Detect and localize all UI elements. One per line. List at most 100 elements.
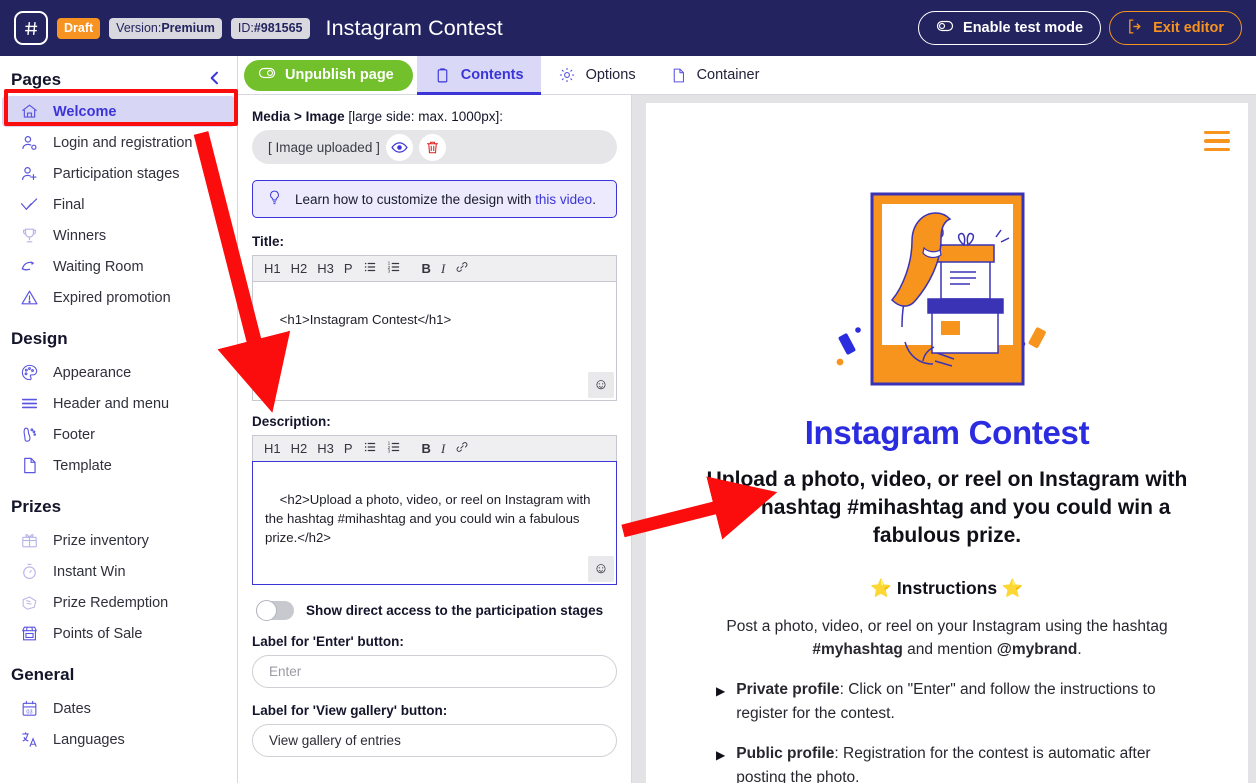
rte-h2-button[interactable]: H2 (287, 261, 312, 276)
rte-bold-button[interactable]: B (418, 441, 435, 456)
warning-triangle-icon (19, 287, 40, 308)
sidebar-item-login-and-registration[interactable]: Login and registration (2, 127, 235, 158)
link-icon[interactable] (451, 260, 473, 277)
description-field-label: Description: (252, 414, 331, 429)
calendar-icon: 03 (19, 698, 40, 719)
sidebar-item-participation-stages[interactable]: Participation stages (2, 158, 235, 189)
sidebar-item-final[interactable]: Final (2, 189, 235, 220)
sidebar-item-label: Dates (53, 700, 91, 717)
id-badge: ID: #981565 (230, 17, 310, 39)
sidebar-item-template[interactable]: Template (2, 450, 235, 481)
rte-p-button[interactable]: P (340, 261, 357, 276)
show-direct-access-toggle[interactable] (256, 600, 294, 621)
trash-icon[interactable] (418, 133, 446, 161)
top-bar: Draft Version: Premium ID: #981565 Insta… (0, 0, 1256, 56)
sidebar-item-label: Header and menu (53, 395, 170, 412)
gallery-button-input-value: View gallery of entries (269, 733, 401, 748)
emoji-icon[interactable]: ☺ (588, 372, 614, 398)
eye-icon[interactable] (385, 133, 413, 161)
gift-icon (19, 530, 40, 551)
left-sidebar: Pages Welcome Login and registration Par… (0, 56, 238, 783)
sidebar-item-dates[interactable]: 03 Dates (2, 693, 235, 724)
version-value: Premium (161, 21, 215, 35)
gallery-button-input[interactable]: View gallery of entries (252, 724, 617, 757)
tab-container[interactable]: Container (653, 56, 777, 95)
scrollbar-thumb[interactable] (635, 97, 644, 397)
sidebar-item-label: Participation stages (53, 165, 180, 182)
link-icon[interactable] (451, 440, 473, 457)
rte-h1-button[interactable]: H1 (260, 261, 285, 276)
exit-editor-label: Exit editor (1153, 20, 1224, 36)
user-login-icon (19, 132, 40, 153)
check-icon (19, 194, 40, 215)
image-upload-field[interactable]: [ Image uploaded ] (252, 130, 617, 164)
list-item-text: Public profile: Registration for the con… (736, 742, 1198, 783)
preview-paragraph-pre: hashtag (1112, 617, 1168, 635)
tip-text: Learn how to customize the design with t… (295, 192, 596, 207)
rte-h2-button[interactable]: H2 (287, 441, 312, 456)
tab-contents[interactable]: Contents (416, 55, 541, 95)
hash-logo-icon[interactable] (14, 11, 48, 45)
unpublish-page-button[interactable]: Unpublish page (244, 59, 413, 91)
sidebar-item-expired-promotion[interactable]: Expired promotion (2, 282, 235, 313)
sidebar-item-winners[interactable]: Winners (2, 220, 235, 251)
rte-bold-button[interactable]: B (418, 261, 435, 276)
hamburger-menu-icon[interactable] (1204, 131, 1230, 156)
ol-list-icon[interactable]: 123 (383, 440, 405, 457)
preview-subheading: Upload a photo, video, or reel on Instag… (706, 468, 1188, 547)
tab-options[interactable]: Options (541, 56, 653, 95)
tab-label: Contents (460, 67, 524, 83)
translate-icon (19, 729, 40, 750)
sidebar-item-label: Expired promotion (53, 289, 171, 306)
sidebar-item-label: Languages (53, 731, 125, 748)
sidebar-item-waiting-room[interactable]: Waiting Room (2, 251, 235, 282)
page-icon (19, 455, 40, 476)
rte-h1-button[interactable]: H1 (260, 441, 285, 456)
rte-h3-button[interactable]: H3 (313, 261, 338, 276)
contents-form-panel: Media > Image [large side: max. 1000px]:… (238, 95, 632, 783)
sidebar-item-footer[interactable]: Footer (2, 419, 235, 450)
exit-editor-button[interactable]: Exit editor (1109, 11, 1242, 45)
preview-scrollbar[interactable] (633, 95, 646, 783)
unpublish-page-label: Unpublish page (285, 67, 394, 83)
enable-test-mode-button[interactable]: Enable test mode (918, 11, 1102, 45)
show-direct-access-toggle-row[interactable]: Show direct access to the participation … (256, 600, 617, 621)
description-editor-value: <h2>Upload a photo, video, or reel on In… (265, 492, 591, 546)
sidebar-item-header-and-menu[interactable]: Header and menu (2, 388, 235, 419)
rte-h3-button[interactable]: H3 (313, 441, 338, 456)
sidebar-item-points-of-sale[interactable]: Points of Sale (2, 618, 235, 649)
enter-button-input[interactable]: Enter (252, 655, 617, 688)
triangle-bullet-icon: ▶ (716, 748, 726, 763)
rte-p-button[interactable]: P (340, 441, 357, 456)
rte-italic-button[interactable]: I (437, 441, 449, 457)
list-item-text: Private profile: Click on "Enter" and fo… (736, 678, 1198, 725)
user-stages-icon (19, 163, 40, 184)
sidebar-item-languages[interactable]: Languages (2, 724, 235, 755)
media-image-label-light: [large side: max. 1000px]: (344, 109, 504, 124)
sidebar-title: Pages (11, 70, 62, 89)
chevron-left-icon[interactable] (207, 70, 223, 90)
sidebar-item-prize-redemption[interactable]: Prize Redemption (2, 587, 235, 618)
welcome-item-highlight (4, 89, 238, 126)
ul-list-icon[interactable] (359, 260, 381, 277)
this-video-link[interactable]: this video (535, 192, 592, 207)
waiting-room-icon (19, 256, 40, 277)
ticket-icon (19, 592, 40, 613)
preview-paragraph: Post a photo, video, or reel on your Ins… (682, 615, 1212, 662)
sidebar-item-label: Footer (53, 426, 95, 443)
ul-list-icon[interactable] (359, 440, 381, 457)
toggle-knob (256, 600, 277, 621)
tab-label: Container (696, 67, 760, 83)
ol-list-icon[interactable]: 123 (383, 260, 405, 277)
page-title: Instagram Contest (325, 15, 503, 40)
sidebar-item-appearance[interactable]: Appearance (2, 357, 235, 388)
emoji-icon[interactable]: ☺ (588, 556, 614, 582)
title-editor[interactable]: <h1>Instagram Contest</h1> ☺ (252, 281, 617, 401)
media-image-label: Media > Image [large side: max. 1000px]: (252, 109, 617, 124)
sidebar-item-prize-inventory[interactable]: Prize inventory (2, 525, 235, 556)
description-editor[interactable]: <h2>Upload a photo, video, or reel on In… (252, 461, 617, 585)
rte-italic-button[interactable]: I (437, 261, 449, 277)
sidebar-item-instant-win[interactable]: Instant Win (2, 556, 235, 587)
description-rte-toolbar: H1 H2 H3 P 123 B I (252, 435, 617, 461)
show-direct-access-label: Show direct access to the participation … (306, 603, 604, 618)
